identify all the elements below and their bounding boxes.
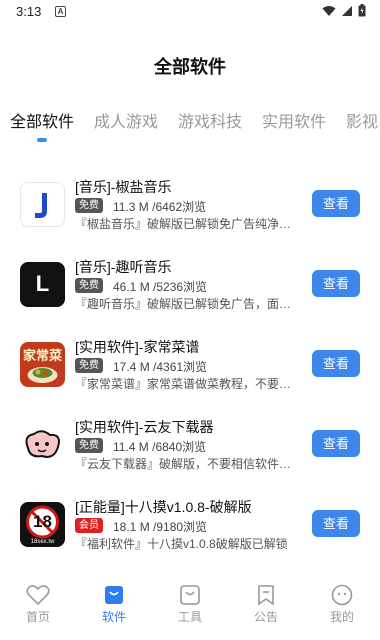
nav-profile-label: 我的: [329, 610, 354, 624]
system-icons: [322, 4, 366, 17]
free-badge: 免费: [75, 358, 103, 373]
app-name: [正能量]十八摸v1.0.8-破解版: [75, 499, 252, 515]
battery-icon: [358, 4, 366, 17]
app-icon-caption: 18sex.tw: [30, 539, 55, 545]
app-name: [实用软件]-家常菜谱: [75, 339, 200, 355]
app-meta: 18.1 M /9180浏览: [113, 520, 208, 534]
jiaoyan-music-app-icon: [20, 182, 65, 227]
app-name: [音乐]-趣听音乐: [75, 259, 172, 275]
app-icon-letter: L: [35, 271, 50, 296]
bookmark-icon: [258, 585, 274, 606]
list-item[interactable]: [实用软件]-云友下载器 免费 11.4 M /6840浏览 『云友下载器』破解…: [0, 408, 380, 488]
face-icon: [331, 584, 353, 606]
view-button[interactable]: 查看: [312, 510, 360, 537]
app-description: 『趣听音乐』破解版已解锁免广告，面会员: [75, 297, 301, 311]
app-description: 『椒盐音乐』破解版已解锁免广告纯净版，: [75, 217, 301, 231]
bottom-navigation: 首页 软件 工具 公告 我的: [0, 580, 380, 640]
nav-home-label: 首页: [25, 610, 50, 624]
app-meta: 11.3 M /6462浏览: [113, 200, 207, 214]
app-description: 『福利软件』十八摸v1.0.8破解版已解锁: [75, 537, 288, 551]
quting-music-app-icon: L: [20, 262, 65, 307]
list-item[interactable]: L [音乐]-趣听音乐 免费 46.1 M /5236浏览 『趣听音乐』破解版已…: [0, 248, 380, 328]
category-tabs: 全部软件 成人游戏 游戏科技 实用软件 影视: [0, 108, 380, 148]
nav-tools-label: 工具: [177, 610, 202, 624]
app-description: 『云友下载器』破解版，不要相信软件内的: [75, 457, 301, 471]
view-button[interactable]: 查看: [312, 190, 360, 217]
nav-profile[interactable]: 我的: [312, 580, 372, 625]
app-meta: 11.4 M /6840浏览: [113, 440, 207, 454]
tab-all-software[interactable]: 全部软件: [10, 108, 74, 132]
bag-icon: [180, 585, 200, 605]
shopping-bag-icon: [105, 586, 123, 604]
list-item[interactable]: 家常菜 [实用软件]-家常菜谱 免费 17.4 M /4361浏览 『家常菜谱』…: [0, 328, 380, 408]
page-title: 全部软件: [154, 57, 226, 77]
tab-adult-games[interactable]: 成人游戏: [94, 108, 158, 132]
nav-software-label: 软件: [101, 610, 126, 624]
tab-game-tech[interactable]: 游戏科技: [178, 108, 242, 132]
free-badge: 免费: [75, 438, 103, 453]
app-name: [实用软件]-云友下载器: [75, 419, 214, 435]
nav-home[interactable]: 首页: [8, 580, 68, 625]
free-badge: 免费: [75, 198, 103, 213]
eighteen-app-icon: 18 18sex.tw: [20, 502, 65, 547]
tab-utility-software[interactable]: 实用软件: [262, 108, 326, 132]
app-description: 『家常菜谱』家常菜谱做菜教程，不要相信: [75, 377, 301, 391]
nav-announcements[interactable]: 公告: [236, 580, 296, 625]
wifi-icon: [322, 5, 336, 16]
heart-icon: [26, 585, 50, 606]
app-meta: 46.1 M /5236浏览: [113, 280, 208, 294]
notification-a-icon: A: [55, 6, 66, 17]
home-recipes-app-icon: 家常菜: [20, 342, 65, 387]
nav-tools[interactable]: 工具: [160, 580, 220, 625]
nav-announcements-label: 公告: [253, 610, 278, 624]
view-button[interactable]: 查看: [312, 270, 360, 297]
signal-icon: [342, 5, 352, 16]
tab-indicator: [37, 138, 47, 142]
app-meta: 17.4 M /4361浏览: [113, 360, 208, 374]
view-button[interactable]: 查看: [312, 350, 360, 377]
yunyou-downloader-app-icon: [20, 422, 65, 467]
vip-badge: 会员: [75, 518, 103, 533]
tab-movies[interactable]: 影视: [346, 108, 378, 132]
status-bar: 3:13 A: [0, 0, 380, 24]
list-item[interactable]: [音乐]-椒盐音乐 免费 11.3 M /6462浏览 『椒盐音乐』破解版已解锁…: [0, 168, 380, 248]
free-badge: 免费: [75, 278, 103, 293]
nav-software[interactable]: 软件: [84, 580, 144, 625]
view-button[interactable]: 查看: [312, 430, 360, 457]
app-icon-number: 18: [33, 512, 52, 531]
status-time: 3:13: [16, 4, 42, 19]
app-name: [音乐]-椒盐音乐: [75, 179, 172, 195]
list-item[interactable]: 18 18sex.tw [正能量]十八摸v1.0.8-破解版 会员 18.1 M…: [0, 488, 380, 568]
